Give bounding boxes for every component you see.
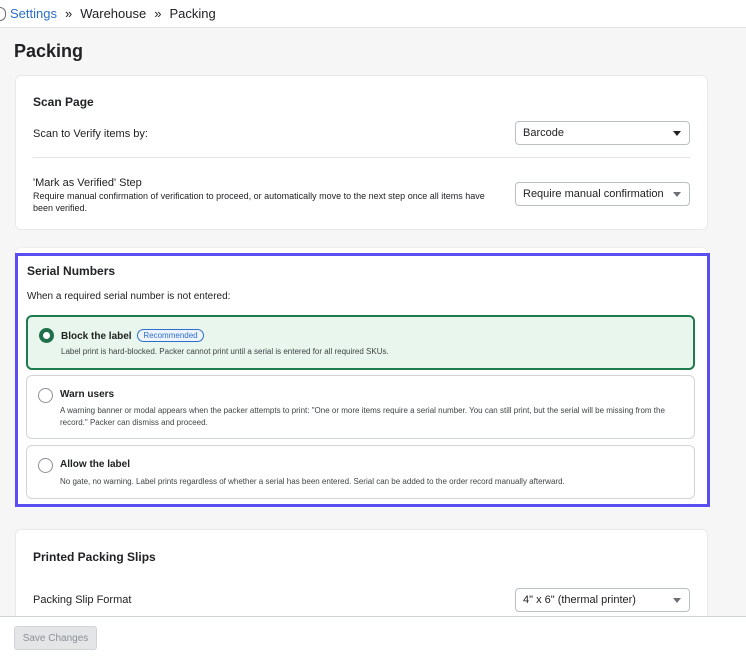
scan-verify-label: Scan to Verify items by: (33, 128, 148, 140)
option-description: Label print is hard-blocked. Packer cann… (61, 347, 389, 356)
radio-unselected-icon[interactable] (38, 458, 53, 473)
mark-verified-help: Require manual confirmation of verificat… (33, 191, 485, 213)
scan-page-card: Scan Page Scan to Verify items by: Barco… (15, 75, 708, 230)
scan-verify-select[interactable]: Barcode (515, 121, 690, 145)
serial-numbers-card: Serial Numbers When a required serial nu… (15, 253, 710, 507)
packing-slip-format-label: Packing Slip Format (33, 594, 132, 606)
option-title: Allow the label (60, 459, 131, 470)
breadcrumb: Settings » Warehouse » Packing (0, 0, 746, 28)
serial-numbers-title: Serial Numbers (27, 264, 116, 278)
mark-verified-select[interactable]: Require manual confirmation (515, 182, 690, 206)
option-allow-label[interactable]: Allow the label No gate, no warning. Lab… (26, 445, 695, 499)
breadcrumb-warehouse[interactable]: Warehouse (80, 6, 146, 21)
sidebar-edge-icon (0, 6, 6, 21)
radio-unselected-icon[interactable] (38, 388, 53, 403)
radio-selected-icon[interactable] (39, 328, 54, 343)
packing-slip-format-select[interactable]: 4" x 6" (thermal printer) (515, 588, 690, 612)
chevron-down-icon (673, 192, 681, 197)
option-title-wrapper: Block the label Recommended (61, 329, 204, 342)
breadcrumb-settings-link[interactable]: Settings (10, 6, 57, 21)
option-description: A warning banner or modal appears when t… (60, 406, 665, 427)
footer-bar: Save Changes (0, 616, 746, 658)
option-title: Warn users (60, 389, 115, 400)
option-description: No gate, no warning. Label prints regard… (60, 477, 565, 486)
breadcrumb-separator: » (154, 6, 162, 21)
packing-slip-format-value: 4" x 6" (thermal printer) (523, 594, 636, 606)
option-warn-users[interactable]: Warn users A warning banner or modal app… (26, 375, 695, 439)
option-block-label[interactable]: Block the label Recommended Label print … (26, 315, 695, 370)
mark-verified-label: 'Mark as Verified' Step (33, 177, 142, 189)
serial-numbers-subtitle: When a required serial number is not ent… (27, 291, 231, 302)
page-title: Packing (14, 41, 84, 61)
chevron-down-icon (673, 131, 681, 136)
divider (33, 157, 690, 158)
scan-verify-value: Barcode (523, 127, 564, 139)
breadcrumb-packing: Packing (169, 6, 216, 21)
scan-page-title: Scan Page (33, 95, 94, 109)
recommended-badge: Recommended (137, 329, 204, 342)
option-title: Block the label (61, 331, 132, 342)
chevron-down-icon (673, 598, 681, 603)
save-changes-button[interactable]: Save Changes (14, 626, 97, 650)
mark-verified-value: Require manual confirmation (523, 188, 664, 200)
breadcrumb-separator: » (64, 6, 73, 21)
packing-slips-title: Printed Packing Slips (33, 550, 156, 564)
